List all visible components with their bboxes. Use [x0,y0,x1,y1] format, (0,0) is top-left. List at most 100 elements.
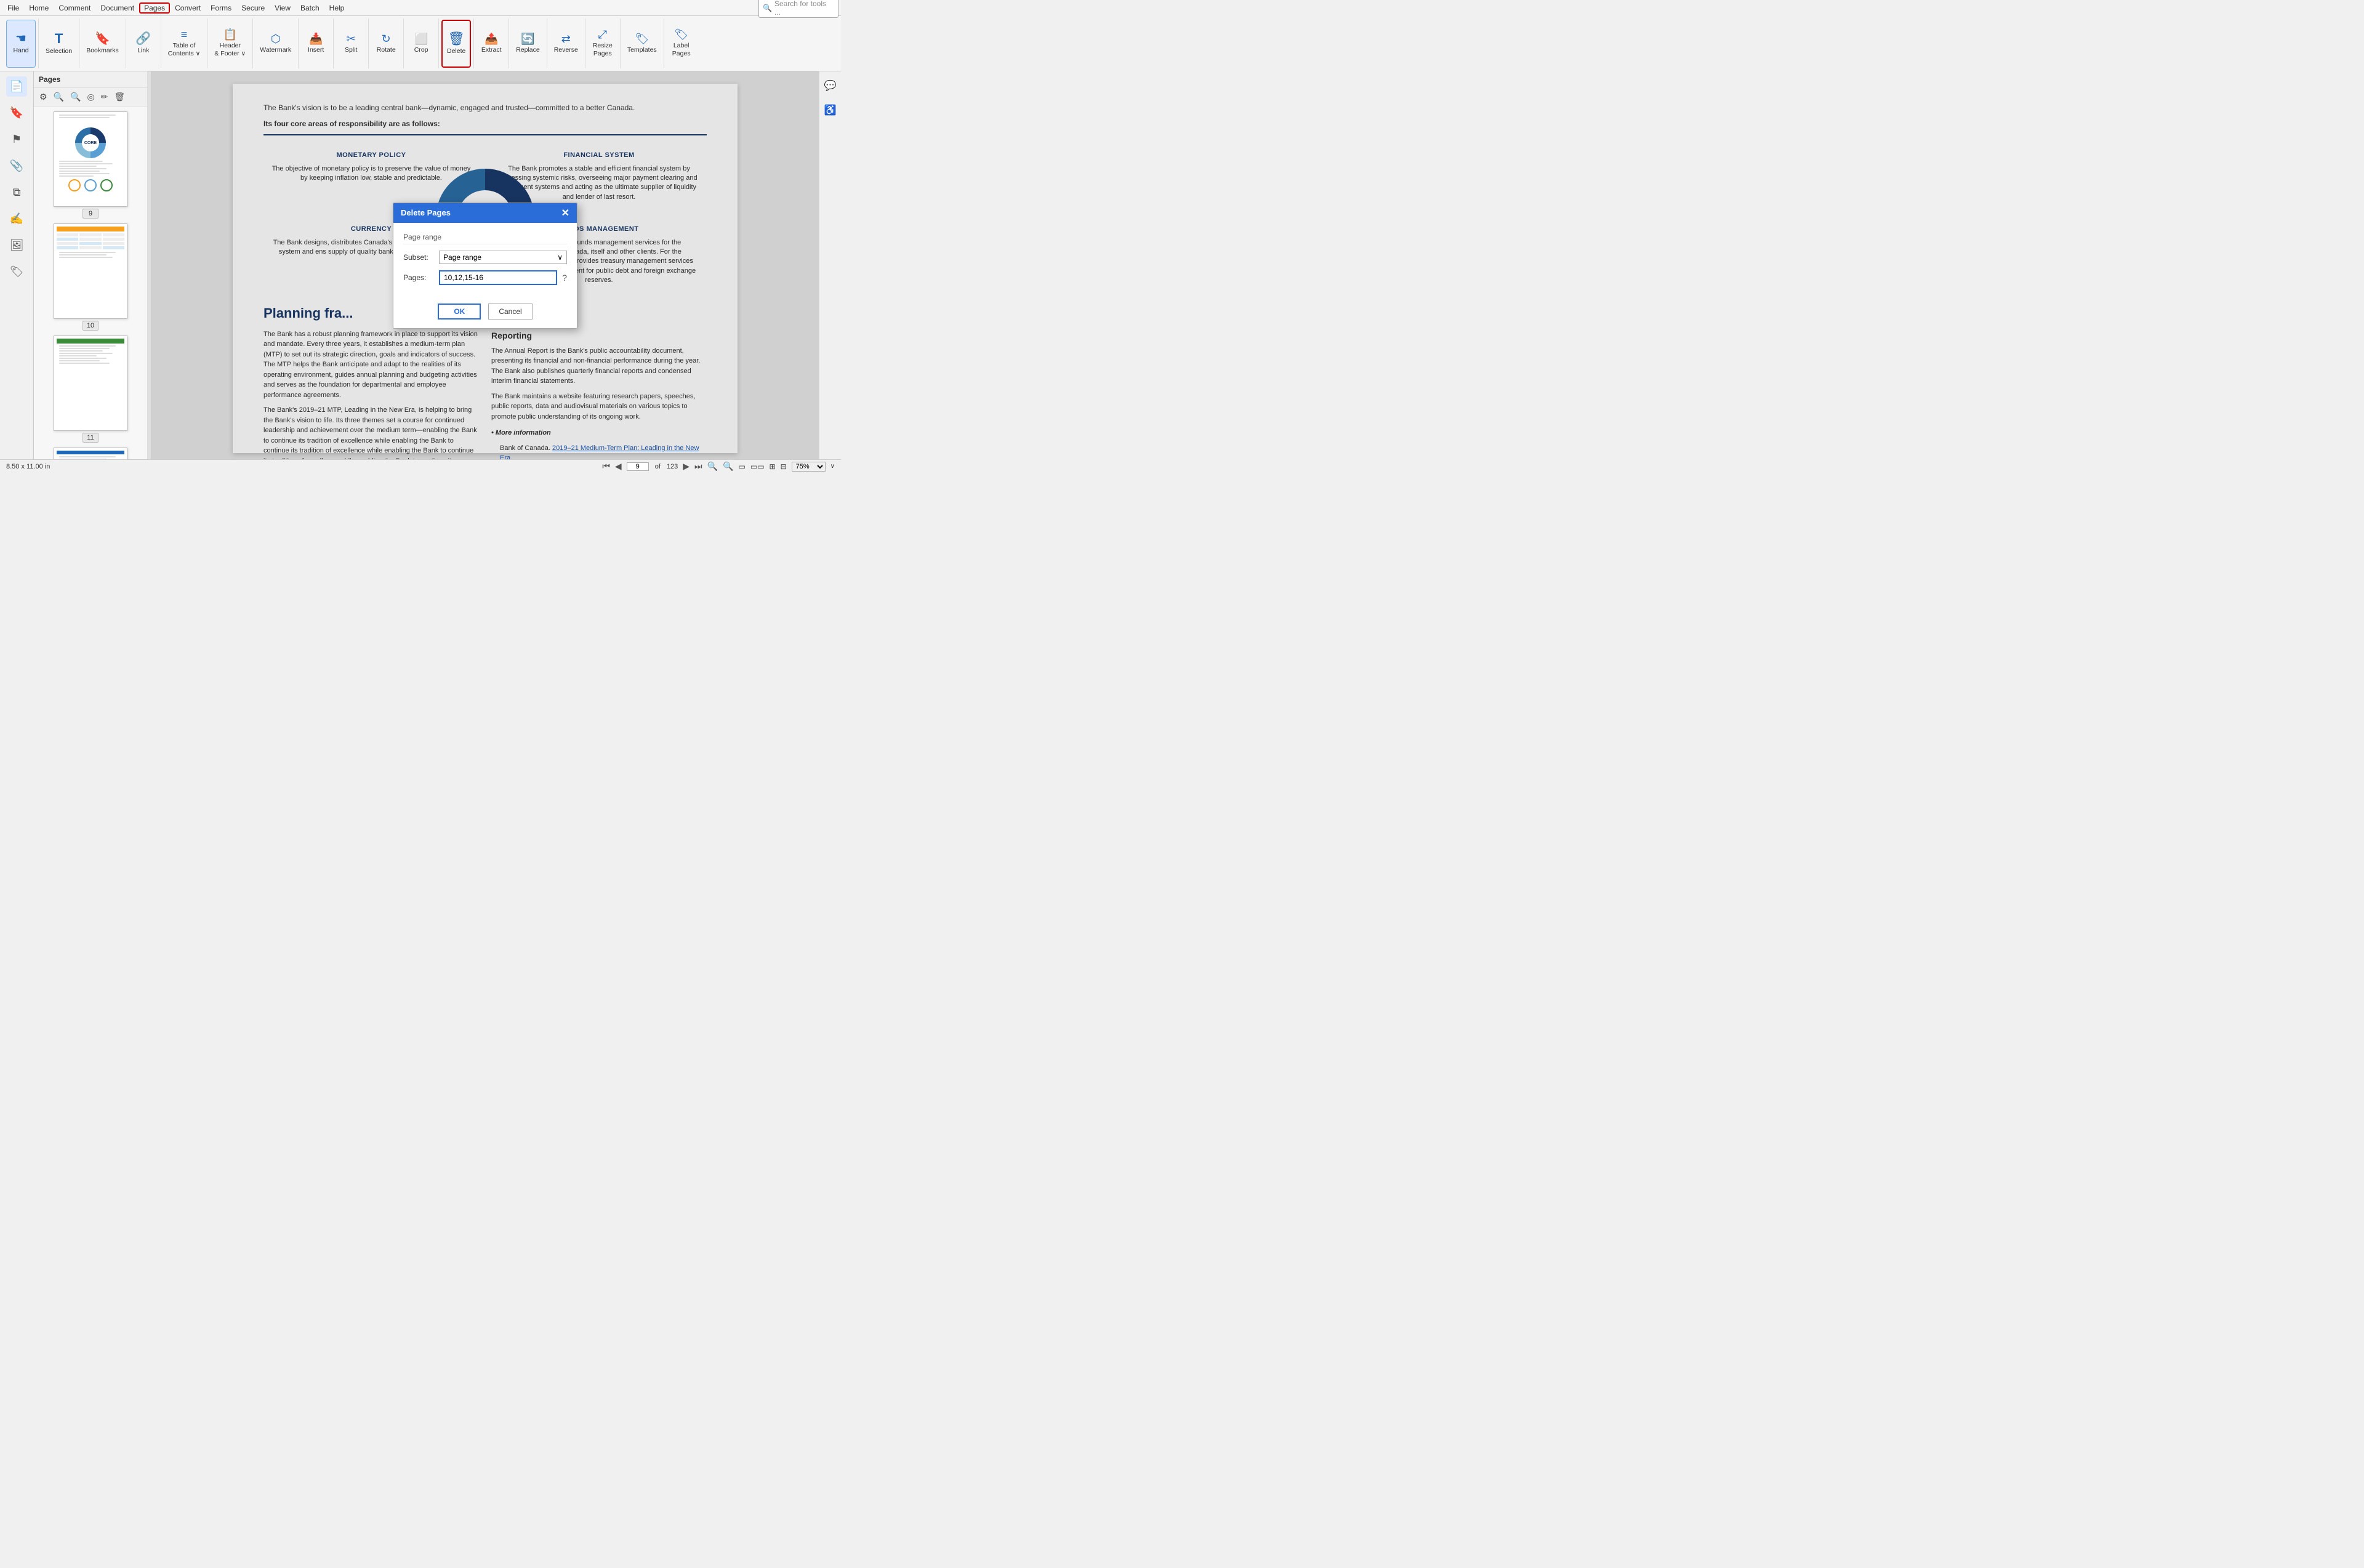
tool-resize-label: ResizePages [593,42,613,57]
menu-view[interactable]: View [270,2,296,14]
thumb-num-10: 10 [82,321,98,331]
tool-reverse[interactable]: ⇄ Reverse [550,20,582,68]
page-thumb-12[interactable]: 12 [39,448,142,459]
pages-settings-btn[interactable]: ⚙ [38,90,49,103]
insert-icon: 📥 [309,33,323,44]
menu-convert[interactable]: Convert [170,2,206,14]
tool-split[interactable]: ✂ Split [336,20,366,68]
view-spread-btn[interactable]: ⊞ [770,462,776,471]
tool-delete-label: Delete [447,47,465,55]
total-pages: 123 [667,463,678,470]
menu-help[interactable]: Help [324,2,350,14]
tool-group-rotate: ↻ Rotate [369,18,404,68]
sidebar-tag-icon[interactable]: 🏷 [6,262,28,282]
tool-replace-label: Replace [516,46,540,54]
tool-group-crop: ⬜ Crop [404,18,439,68]
nav-next-btn[interactable]: ▶ [683,461,690,472]
tool-extract[interactable]: 📤 Extract [476,20,506,68]
sidebar-pages-icon[interactable]: 📄 [6,76,27,97]
split-icon: ✂ [347,33,356,44]
view-single-btn[interactable]: ▭ [739,462,746,471]
right-sidebar: 💬 ♿ [819,71,841,459]
tool-group-replace: 🔄 Replace [509,18,547,68]
tool-group-bookmarks: 🔖 Bookmarks [79,18,126,68]
tool-group-watermark: ⬡ Watermark [253,18,299,68]
zoom-select[interactable]: 75% 50% 100% 125% 150% [792,462,826,472]
search-box[interactable]: 🔍 Search for tools ... [758,0,838,18]
tool-label-pages-label: LabelPages [672,42,691,57]
sidebar-paperclip-icon[interactable]: 📎 [6,156,27,176]
menu-forms[interactable]: Forms [206,2,236,14]
sidebar-layers-icon[interactable]: ⧉ [9,182,25,203]
tool-rotate[interactable]: ↻ Rotate [371,20,401,68]
pages-delete-btn[interactable]: 🗑 [112,90,127,103]
pages-panel: Pages ⚙ 🔍 🔍 ◎ ✏ 🗑 CORE [34,71,148,459]
help-icon[interactable]: ? [562,273,567,283]
cancel-button[interactable]: Cancel [488,304,532,320]
rotate-icon: ↻ [382,33,391,44]
tool-insert[interactable]: 📥 Insert [301,20,331,68]
menu-comment[interactable]: Comment [54,2,95,14]
tool-hand[interactable]: ☚ Hand [6,20,36,68]
pages-zoom-out-btn[interactable]: 🔍 [52,90,66,103]
tool-toc[interactable]: ≡ Table ofContents ∨ [164,20,205,68]
tool-selection[interactable]: T Selection [41,20,76,68]
zoom-dropdown-icon[interactable]: ∨ [830,463,835,470]
pages-zoom-in-btn[interactable]: 🔍 [68,90,82,103]
menu-secure[interactable]: Secure [236,2,270,14]
search-placeholder: Search for tools ... [774,0,834,17]
tool-templates[interactable]: 🏷 Templates [623,20,661,68]
page-thumb-10[interactable]: 10 [39,223,142,331]
current-page-input[interactable] [627,462,649,471]
pages-pen-btn[interactable]: ✏ [99,90,110,103]
menu-pages[interactable]: Pages [139,2,170,14]
tool-label-pages[interactable]: 🏷 LabelPages [667,20,696,68]
menu-document[interactable]: Document [95,2,139,14]
menu-file[interactable]: File [2,2,24,14]
view-double-btn[interactable]: ▭▭ [750,462,765,471]
tool-bookmarks[interactable]: 🔖 Bookmarks [82,20,123,68]
content-area: The Bank's vision is to be a leading cen… [151,71,819,459]
sidebar-image-icon[interactable]: 🖼 [6,235,28,255]
menu-home[interactable]: Home [24,2,54,14]
tool-group-insert: 📥 Insert [299,18,334,68]
pages-toolbar: ⚙ 🔍 🔍 ◎ ✏ 🗑 [34,88,147,107]
tool-crop[interactable]: ⬜ Crop [406,20,436,68]
tool-watermark[interactable]: ⬡ Watermark [255,20,296,68]
sidebar-bookmark-icon[interactable]: 🔖 [6,103,27,123]
page-thumb-9[interactable]: CORE [39,111,142,219]
view-grid-btn[interactable]: ⊟ [781,462,787,471]
nav-prev-btn[interactable]: ◀ [615,461,622,472]
dialog-section-label: Page range [403,233,567,244]
pages-input[interactable] [439,270,557,285]
dialog-subset-row: Subset: Page range ∨ [403,251,567,264]
dialog-close-button[interactable]: ✕ [561,207,569,219]
tool-watermark-label: Watermark [260,46,291,54]
sidebar-signature-icon[interactable]: ✍ [6,209,27,229]
toolbar: ☚ Hand T Selection 🔖 Bookmarks 🔗 Link ≡ … [0,16,841,71]
menu-batch[interactable]: Batch [296,2,324,14]
tool-group-link: 🔗 Link [126,18,161,68]
pages-content: CORE [34,107,147,459]
tool-header-footer[interactable]: 📋 Header& Footer ∨ [210,20,250,68]
comment-icon[interactable]: 💬 [821,76,840,95]
nav-last-btn[interactable]: ⏭ [694,461,702,472]
tool-group-split: ✂ Split [334,18,369,68]
nav-first-btn[interactable]: ⏮ [602,461,610,472]
ok-button[interactable]: OK [438,304,481,320]
page-thumb-11[interactable]: 11 [39,336,142,443]
menu-bar: File Home Comment Document Pages Convert… [0,0,841,16]
tool-resize[interactable]: ⤢ ResizePages [588,20,617,68]
zoom-in-btn[interactable]: 🔍 [723,461,733,472]
pages-lasso-btn[interactable]: ◎ [85,90,96,103]
templates-icon: 🏷 [635,33,649,44]
sidebar-flag-icon[interactable]: ⚑ [8,129,25,150]
pages-label: Pages: [403,273,434,282]
thumb-num-9: 9 [82,209,98,219]
accessibility-icon[interactable]: ♿ [821,101,840,119]
subset-dropdown[interactable]: Page range ∨ [439,251,567,264]
zoom-out-btn[interactable]: 🔍 [707,461,718,472]
tool-link[interactable]: 🔗 Link [129,20,158,68]
tool-delete[interactable]: 🗑 Delete [441,20,471,68]
tool-replace[interactable]: 🔄 Replace [512,20,544,68]
